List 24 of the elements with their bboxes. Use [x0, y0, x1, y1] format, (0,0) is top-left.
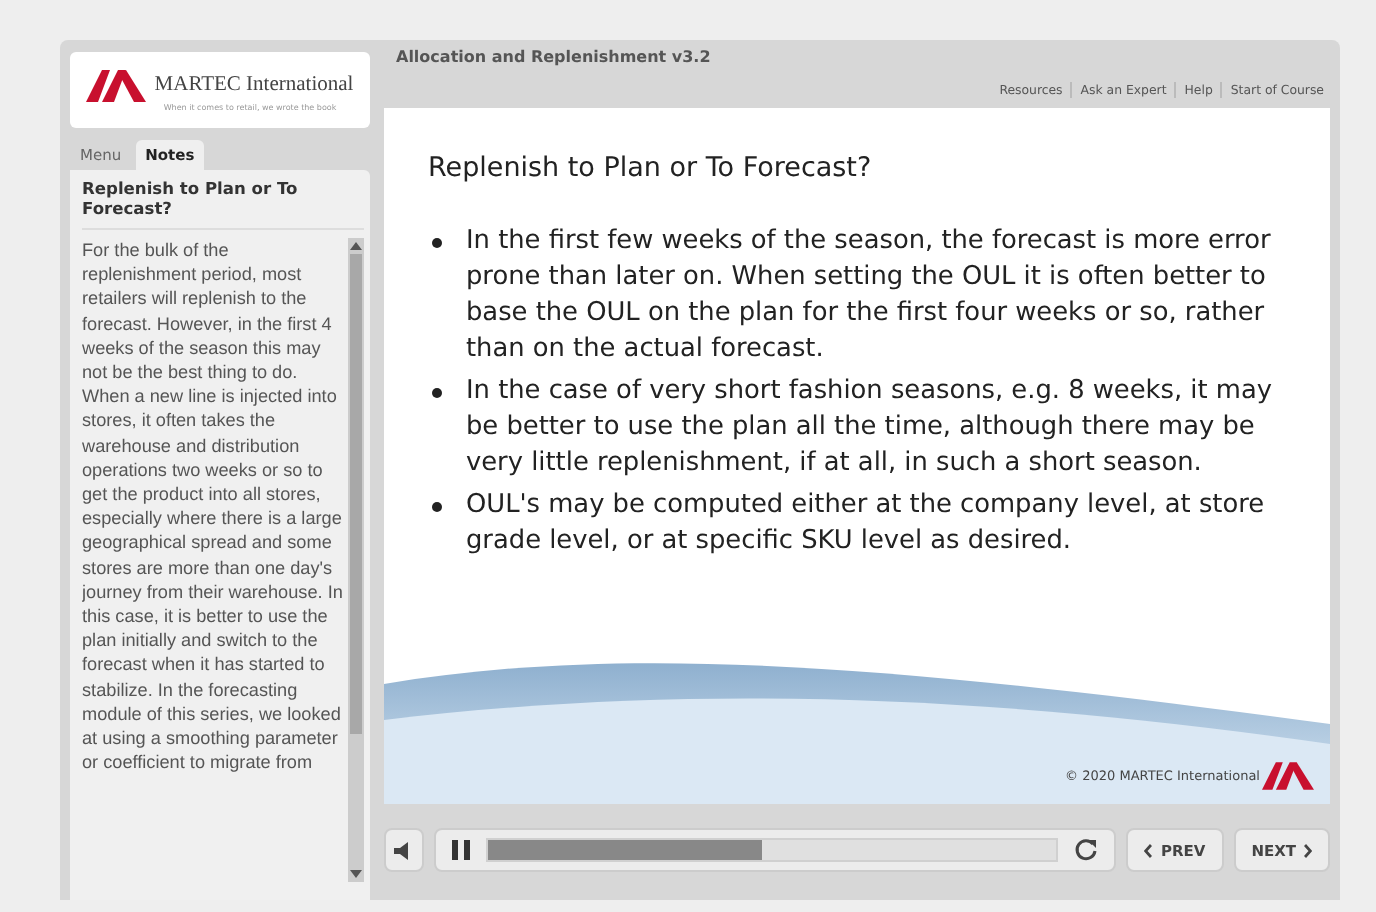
- progress-track[interactable]: [486, 838, 1059, 862]
- volume-button[interactable]: [384, 828, 424, 872]
- scroll-up-icon[interactable]: [348, 238, 364, 254]
- speaker-icon: [394, 841, 414, 859]
- chevron-right-icon: [1304, 843, 1312, 857]
- chevron-left-icon: [1144, 843, 1153, 857]
- bullet-text: OUL's may be computed either at the company level, at store grade level, or at specific SKU level as desired.: [466, 488, 1267, 560]
- logo-icon: [1262, 758, 1314, 794]
- company-name: MARTEC International: [154, 74, 354, 96]
- bullet-text: In the first few weeks of the season, the forecast is more error prone than later on. When setting the OUL it is often better to base the OUL on the plan for the first four weeks or so, rather than on the actual forecast.: [466, 224, 1273, 368]
- notes-text: For the bulk of the replenishment period, most retailers will replenish to the forecast. However, in the first 4 weeks of the season this may not be the best thing to do. When a new line is injected into stores, it often takes the warehouse and distribution operations two weeks or so to get the product into all stores, especially where there is a large geographical spread and some stores are more than one day's journey from their warehouse. In this case, it is better to use the plan initially and switch to the forecast when it has started to stabilize. In the forecasting module of this series, we looked at using a smoothing parameter or coefficient to migrate from: [82, 238, 344, 777]
- bullet-text: In the case of very short fashion seasons, e.g. 8 weeks, it may be better to use the plan all the time, although there may be very little replenishment, if at all, in such a short season.: [466, 374, 1274, 482]
- scroll-down-icon[interactable]: [348, 866, 364, 882]
- course-title: Allocation and Replenishment v3.2: [394, 48, 713, 70]
- pause-icon[interactable]: [452, 840, 470, 860]
- bullet-icon: [432, 238, 442, 248]
- bullet-icon: [432, 502, 442, 512]
- bullet-icon: [432, 388, 442, 398]
- logo-icon: [86, 69, 147, 101]
- scrollbar[interactable]: [348, 238, 364, 882]
- replay-icon[interactable]: [1074, 838, 1099, 862]
- scroll-thumb[interactable]: [350, 254, 362, 734]
- slide-title: Replenish to Plan or To Forecast?: [426, 150, 874, 188]
- notes-title: Replenish to Plan or To Forecast?: [82, 178, 364, 230]
